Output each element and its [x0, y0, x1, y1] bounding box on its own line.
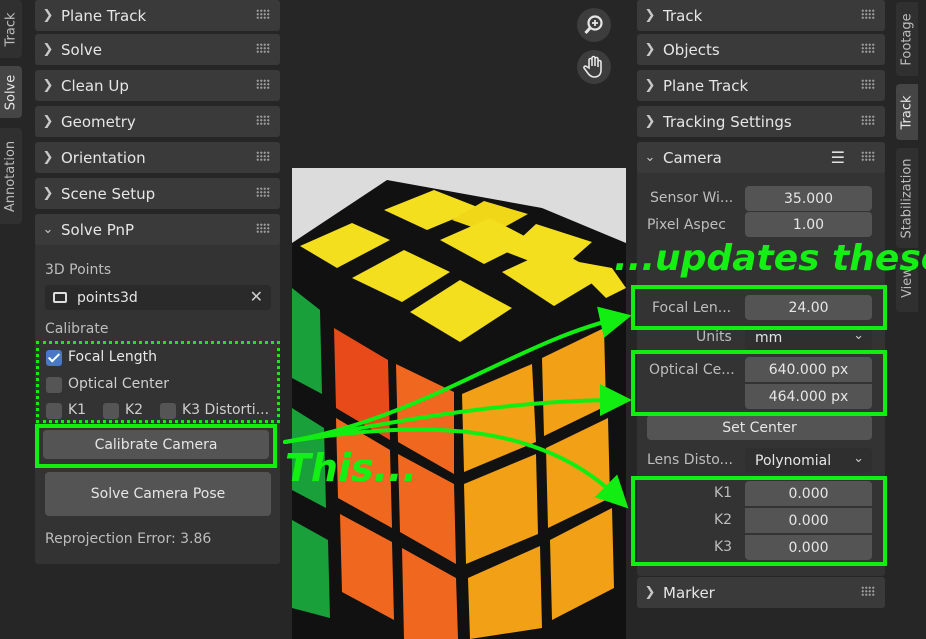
arrow-to-focal-length [283, 306, 632, 444]
arrow-to-distortion [283, 427, 629, 509]
annotation-arrows [283, 306, 632, 509]
